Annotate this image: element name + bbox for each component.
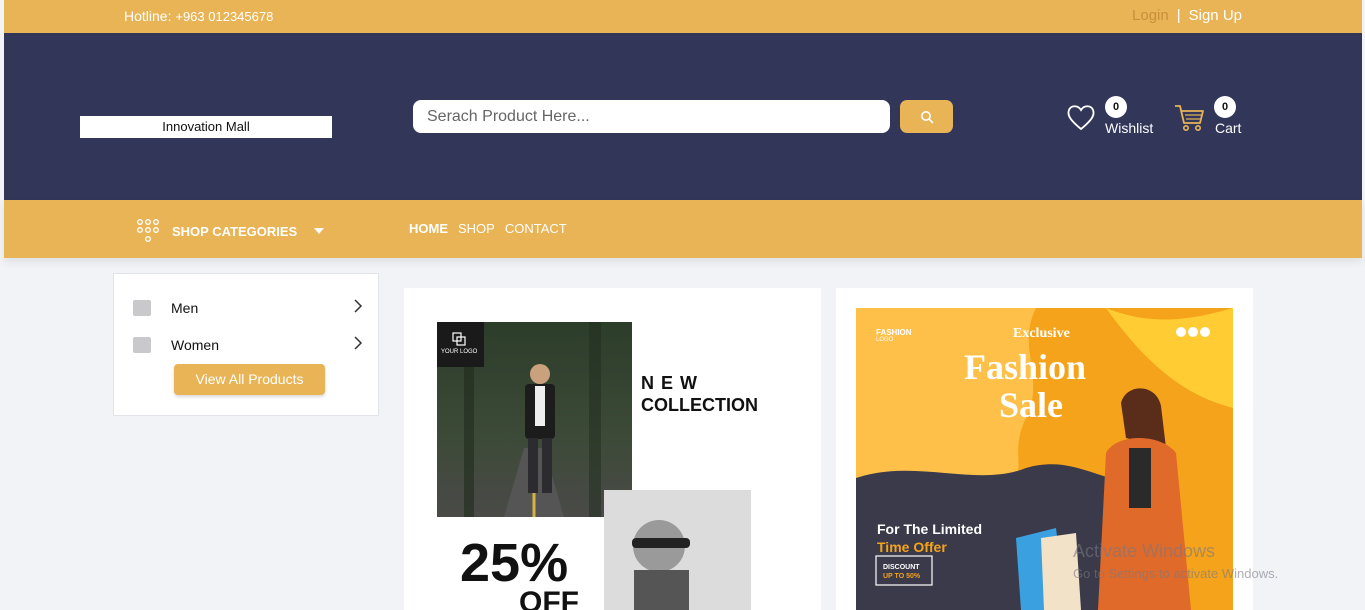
discount-percent: 25% xyxy=(460,533,569,593)
new-text: N E W xyxy=(641,373,698,393)
limited-line1: For The Limited xyxy=(877,521,982,537)
site-header: Innovation Mall 0 Wishlist 0 Cart xyxy=(4,33,1362,200)
exclusive-text: Exclusive xyxy=(1013,326,1070,341)
auth-links: Login | Sign Up xyxy=(1132,7,1242,24)
category-men[interactable]: Men xyxy=(133,296,363,320)
shop-categories-label: SHOP CATEGORIES xyxy=(172,223,298,239)
top-bar: Hotline: +963 012345678 Login | Sign Up xyxy=(4,0,1362,33)
search-icon xyxy=(920,110,933,123)
cart-count: 0 xyxy=(1214,96,1236,118)
nav-contact[interactable]: CONTACT xyxy=(505,221,567,236)
women-thumbnail xyxy=(133,337,151,353)
men-thumbnail xyxy=(133,300,151,316)
signup-link[interactable]: Sign Up xyxy=(1189,7,1242,24)
category-women[interactable]: Women xyxy=(133,333,363,357)
brand-sub: LOGO xyxy=(876,337,894,343)
cart-icon xyxy=(1175,105,1204,131)
chevron-right-icon xyxy=(354,336,363,350)
off-text: OFF xyxy=(519,586,579,610)
login-link[interactable]: Login xyxy=(1132,7,1169,24)
watermark-subtitle: Go to Settings to activate Windows. xyxy=(1073,566,1279,581)
your-logo-text: YOUR LOGO xyxy=(441,349,478,355)
search-input[interactable] xyxy=(413,100,890,133)
categories-grid-icon xyxy=(137,219,159,242)
nav-bar: SHOP CATEGORIES HOME SHOP CONTACT xyxy=(4,200,1362,258)
brand-top: FASHION xyxy=(876,328,912,337)
sale-title: Sale xyxy=(999,385,1064,425)
nav-home[interactable]: HOME xyxy=(409,221,448,236)
site-logo[interactable]: Innovation Mall xyxy=(80,116,332,138)
hotline: Hotline: +963 012345678 xyxy=(124,8,273,24)
wishlist-label: Wishlist xyxy=(1105,120,1154,136)
fashion-title: Fashion xyxy=(964,347,1087,387)
main-nav: HOME SHOP CONTACT xyxy=(409,221,567,236)
discount-line2: UP TO 50% xyxy=(883,573,921,580)
view-all-products-button[interactable]: View All Products xyxy=(174,364,325,395)
category-sidebar: Men Women View All Products xyxy=(113,273,379,416)
caret-down-icon xyxy=(314,228,325,234)
watermark-title: Activate Windows xyxy=(1073,541,1216,561)
search-button[interactable] xyxy=(900,100,953,133)
shop-categories-dropdown[interactable]: SHOP CATEGORIES xyxy=(135,218,325,244)
hotline-number: +963 012345678 xyxy=(175,9,274,24)
hotline-label: Hotline: xyxy=(124,8,176,24)
heart-icon xyxy=(1067,105,1095,131)
cart-label: Cart xyxy=(1215,120,1242,136)
new-collection-banner[interactable]: YOUR LOGO N E W COLLECTION 25% OFF xyxy=(404,288,821,610)
chevron-right-icon xyxy=(354,299,363,313)
category-label: Men xyxy=(171,300,199,316)
windows-activation-watermark: Activate Windows Go to Settings to activ… xyxy=(1073,541,1278,581)
limited-line2: Time Offer xyxy=(877,539,947,555)
auth-separator: | xyxy=(1176,7,1181,24)
wishlist-count: 0 xyxy=(1105,96,1127,118)
nav-shop[interactable]: SHOP xyxy=(458,221,495,236)
collection-text: COLLECTION xyxy=(641,395,758,415)
category-label: Women xyxy=(171,337,219,353)
discount-line1: DISCOUNT xyxy=(883,564,920,571)
